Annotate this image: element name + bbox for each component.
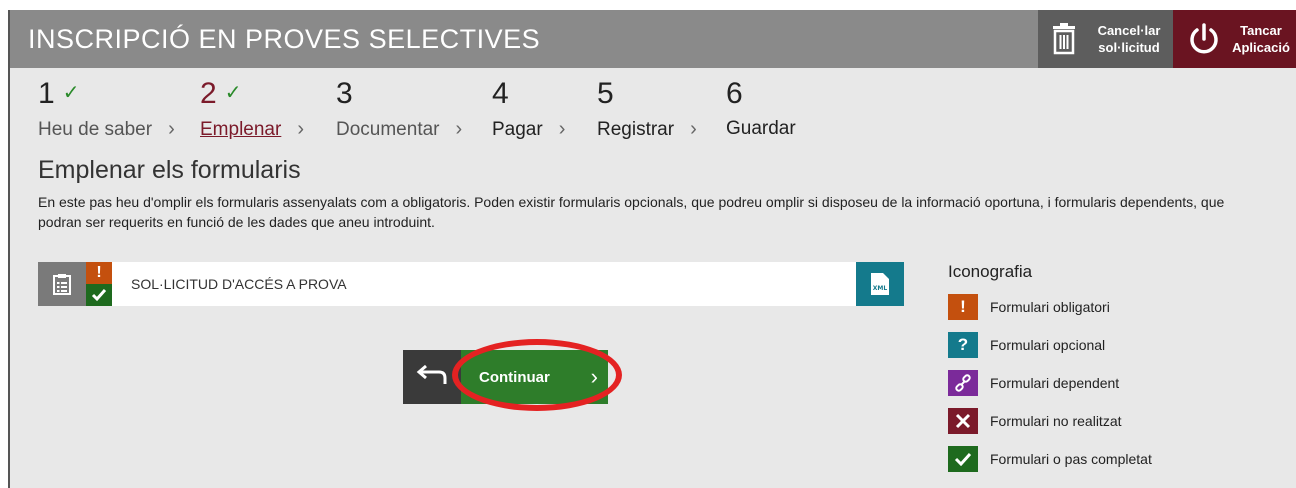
- step-4[interactable]: 4 Pagar ›: [492, 76, 565, 141]
- page-title: Emplenar els formularis: [38, 156, 301, 184]
- cross-icon: [948, 408, 978, 434]
- step-1[interactable]: 1 ✓ Heu de saber ›: [38, 76, 175, 141]
- step-6-label: Guardar: [726, 118, 796, 140]
- step-3[interactable]: 3 Documentar ›: [336, 76, 462, 141]
- legend-label: Formulari dependent: [990, 375, 1120, 391]
- legend-item-dependent: Formulari dependent: [948, 370, 1278, 396]
- step-label: Pagar: [492, 118, 543, 140]
- legend-label: Formulari opcional: [990, 337, 1106, 353]
- step-label: Documentar: [336, 118, 440, 140]
- link-icon: [948, 370, 978, 396]
- step-label: Guardar: [726, 118, 796, 139]
- step-number: 6: [726, 77, 743, 110]
- legend-item-optional: ? Formulari opcional: [948, 332, 1278, 358]
- form-status-icons: !: [86, 262, 112, 306]
- step-3-label: Documentar ›: [336, 118, 462, 141]
- step-6[interactable]: 6 Guardar: [726, 76, 796, 140]
- app-title: INSCRIPCIÓ EN PROVES SELECTIVES: [28, 24, 541, 54]
- step-1-number: 1 ✓: [38, 76, 175, 112]
- wizard-steps: 1 ✓ Heu de saber › 2 ✓ Emplenar › 3 Document…: [38, 76, 938, 146]
- step-number: 2: [200, 77, 217, 110]
- top-strip: [0, 0, 1296, 10]
- power-icon: [1190, 23, 1218, 54]
- highlight-annotation: [452, 339, 622, 411]
- step-label: Heu de saber: [38, 118, 153, 140]
- chevron-right-icon: ›: [168, 118, 175, 140]
- xml-file-icon: XML: [871, 273, 889, 295]
- step-label: Emplenar: [200, 118, 282, 140]
- legend-title: Iconografia: [948, 262, 1033, 281]
- check-icon: ✓: [224, 81, 242, 104]
- legend-label: Formulari obligatori: [990, 299, 1110, 315]
- legend-label: Formulari no realitzat: [990, 413, 1122, 429]
- app-header: INSCRIPCIÓ EN PROVES SELECTIVES Cancel·l…: [10, 10, 1296, 68]
- step-4-label: Pagar ›: [492, 118, 565, 141]
- legend-item-completed: Formulari o pas completat: [948, 446, 1278, 472]
- step-number: 5: [597, 77, 614, 110]
- cancel-request-label: Cancel·lar sol·licitud: [1097, 23, 1161, 55]
- legend-item-not-done: Formulari no realitzat: [948, 408, 1278, 434]
- step-label: Registrar: [597, 118, 675, 140]
- clipboard-icon: [38, 262, 86, 306]
- cancel-request-button[interactable]: Cancel·lar sol·licitud: [1038, 10, 1173, 68]
- chevron-right-icon: ›: [297, 118, 304, 140]
- close-app-label: Tancar Aplicació: [1232, 23, 1290, 55]
- page-description: En este pas heu d'omplir els formularis …: [38, 194, 1225, 230]
- step-number: 4: [492, 77, 509, 110]
- xml-download-button[interactable]: XML: [856, 262, 904, 306]
- check-icon: [86, 284, 112, 306]
- exclamation-icon: !: [86, 262, 112, 284]
- step-5-label: Registrar ›: [597, 118, 697, 141]
- step-3-number: 3: [336, 76, 462, 112]
- return-arrow-icon: [416, 364, 447, 384]
- chevron-right-icon: ›: [455, 118, 463, 140]
- chevron-right-icon: ›: [558, 118, 566, 140]
- step-4-number: 4: [492, 76, 565, 112]
- step-number: 1: [38, 77, 55, 110]
- form-name: SOL·LICITUD D'ACCÉS A PROVA: [131, 276, 347, 292]
- step-1-label: Heu de saber ›: [38, 118, 175, 141]
- check-icon: [948, 446, 978, 472]
- legend-item-mandatory: ! Formulari obligatori: [948, 294, 1278, 320]
- step-6-number: 6: [726, 76, 796, 112]
- exclamation-icon: !: [948, 294, 978, 320]
- question-icon: ?: [948, 332, 978, 358]
- step-number: 3: [336, 77, 353, 110]
- legend: Iconografia ! Formulari obligatori ? For…: [948, 262, 1278, 484]
- svg-text:XML: XML: [873, 285, 888, 292]
- close-app-button[interactable]: Tancar Aplicació: [1173, 10, 1296, 68]
- step-5-number: 5: [597, 76, 697, 112]
- check-icon: ✓: [62, 81, 80, 104]
- chevron-right-icon: ›: [690, 118, 697, 140]
- step-2-label: Emplenar ›: [200, 118, 304, 141]
- step-5[interactable]: 5 Registrar ›: [597, 76, 697, 141]
- form-row[interactable]: ! SOL·LICITUD D'ACCÉS A PROVA XML: [38, 262, 904, 306]
- trash-icon: [1053, 23, 1075, 55]
- step-2[interactable]: 2 ✓ Emplenar ›: [200, 76, 304, 141]
- step-2-number: 2 ✓: [200, 76, 304, 112]
- legend-label: Formulari o pas completat: [990, 451, 1152, 467]
